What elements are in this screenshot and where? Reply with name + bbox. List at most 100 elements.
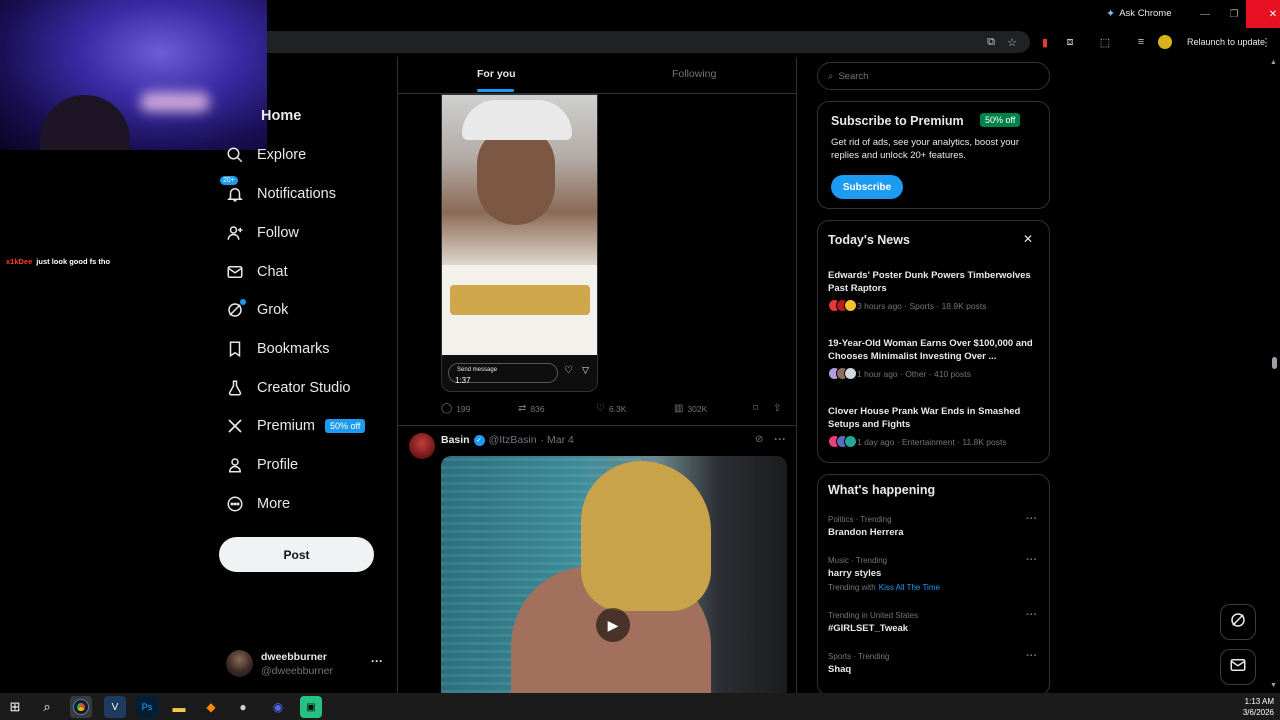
scroll-down-icon[interactable]: ▼ bbox=[1270, 682, 1277, 689]
news-item[interactable]: 19-Year-Old Woman Earns Over $100,000 an… bbox=[828, 337, 1038, 380]
repost-button[interactable]: ⇄ 836 bbox=[518, 403, 545, 414]
screenshot-icon[interactable]: ⬚ bbox=[1097, 34, 1113, 50]
app-taskbar-icon[interactable]: ▣ bbox=[300, 696, 322, 718]
subscribe-button[interactable]: Subscribe bbox=[831, 175, 903, 199]
add-person-icon bbox=[226, 224, 244, 242]
close-icon[interactable]: ✕ bbox=[1023, 232, 1033, 246]
more-icon[interactable]: ··· bbox=[371, 654, 383, 668]
address-bar[interactable] bbox=[230, 31, 1030, 53]
chrome-profile-avatar[interactable] bbox=[1158, 35, 1172, 49]
trend-item[interactable]: Music · Trending harry styles Trending w… bbox=[828, 554, 1043, 592]
relaunch-button[interactable]: Relaunch to update bbox=[1187, 37, 1265, 47]
reply-button[interactable]: ◯ 199 bbox=[441, 403, 470, 414]
search-input[interactable]: ⌕ Search bbox=[817, 62, 1050, 90]
grok-icon bbox=[1229, 611, 1247, 634]
trend-item[interactable]: Politics · Trending Brandon Herrera ··· bbox=[828, 513, 1043, 538]
account-switcher[interactable]: dweebburner @dweebburner ··· bbox=[226, 648, 386, 680]
like-button[interactable]: ♡ 6.3K bbox=[596, 403, 626, 414]
nav-profile[interactable]: Profile bbox=[226, 451, 298, 479]
tab-for-you[interactable]: For you bbox=[477, 68, 516, 80]
post-video[interactable]: ▶ bbox=[441, 456, 787, 693]
install-app-icon[interactable]: ⧉ bbox=[983, 34, 999, 50]
more-icon[interactable]: ··· bbox=[1026, 609, 1037, 621]
close-window-button[interactable]: ✕ bbox=[1246, 0, 1280, 28]
nav-premium[interactable]: Premium 50% off bbox=[226, 412, 366, 440]
ask-chrome-button[interactable]: ✦ Ask Chrome bbox=[1106, 7, 1171, 20]
views-button[interactable]: ▥ 302K bbox=[674, 403, 707, 414]
like-count: 6.3K bbox=[608, 403, 627, 414]
photoshop-taskbar-icon[interactable]: Ps bbox=[136, 696, 158, 718]
premium-card-title: Subscribe to Premium bbox=[831, 114, 964, 128]
windows-start-icon[interactable]: ⊞ bbox=[4, 696, 26, 718]
vscode-taskbar-icon[interactable]: V bbox=[104, 696, 126, 718]
more-icon[interactable]: ··· bbox=[1026, 554, 1037, 566]
news-headline: 19-Year-Old Woman Earns Over $100,000 an… bbox=[828, 338, 1033, 362]
trend-with-link[interactable]: Kiss All The Time bbox=[879, 583, 940, 592]
news-item[interactable]: Edwards' Poster Dunk Powers Timberwolves… bbox=[828, 269, 1038, 312]
video-progress-bar[interactable] bbox=[492, 391, 548, 392]
trend-item[interactable]: Trending in United States #GIRLSET_Tweak… bbox=[828, 609, 1043, 634]
search-icon[interactable]: ⌕ bbox=[36, 696, 58, 718]
extension-red-icon[interactable]: ▮ bbox=[1037, 34, 1053, 50]
post-author-handle[interactable]: @ItzBasin bbox=[489, 434, 537, 446]
chrome-menu-icon[interactable]: ⋮ bbox=[1258, 34, 1274, 50]
nav-follow[interactable]: Follow bbox=[226, 219, 299, 247]
bookmark-button[interactable]: ⌑ bbox=[753, 403, 758, 414]
system-clock[interactable]: 1:13 AM 3/6/2026 bbox=[1236, 696, 1274, 718]
news-item[interactable]: Clover House Prank War Ends in Smashed S… bbox=[828, 405, 1038, 448]
fl-studio-icon[interactable]: ◆ bbox=[200, 696, 222, 718]
reading-list-icon[interactable]: ≡ bbox=[1133, 34, 1149, 50]
scroll-up-icon[interactable]: ▲ bbox=[1270, 59, 1277, 66]
nav-creator-studio[interactable]: Creator Studio bbox=[226, 374, 351, 402]
nav-chat[interactable]: Chat bbox=[226, 258, 288, 286]
maximize-button[interactable]: ❐ bbox=[1219, 0, 1249, 28]
play-icon[interactable]: ▶ bbox=[596, 608, 630, 642]
page-scrollbar[interactable]: ▲ ▼ bbox=[1268, 57, 1280, 693]
more-icon[interactable]: ··· bbox=[774, 432, 786, 446]
clock-date: 3/6/2026 bbox=[1242, 708, 1274, 717]
x-logo-icon bbox=[226, 417, 244, 435]
share-button[interactable]: ⇧ bbox=[773, 403, 781, 414]
trend-category: Trending in United States bbox=[828, 611, 918, 620]
scroll-thumb[interactable] bbox=[1272, 357, 1277, 369]
post-button[interactable]: Post bbox=[219, 537, 374, 572]
nav-explore-label: Explore bbox=[257, 147, 307, 163]
send-icon[interactable]: ▽ bbox=[582, 365, 589, 376]
grok-floating-button[interactable] bbox=[1220, 604, 1256, 640]
nav-home[interactable]: Home bbox=[261, 108, 301, 124]
stream-chat-message: x1kDee just look good fs tho bbox=[6, 257, 110, 266]
bookmark-icon bbox=[226, 340, 244, 358]
file-explorer-icon[interactable]: ▬ bbox=[168, 696, 190, 718]
nav-more[interactable]: More bbox=[226, 490, 290, 518]
minimize-button[interactable]: — bbox=[1190, 0, 1220, 28]
nav-explore[interactable]: Explore bbox=[226, 141, 306, 169]
bookmark-star-icon[interactable]: ☆ bbox=[1004, 34, 1020, 50]
post-video[interactable]: Send message 1:37 ♡ ▽ bbox=[441, 94, 598, 392]
repost-icon: ⇄ bbox=[518, 403, 527, 414]
steam-icon[interactable]: ● bbox=[232, 696, 254, 718]
reply-icon: ◯ bbox=[441, 403, 453, 414]
nav-bookmarks[interactable]: Bookmarks bbox=[226, 335, 330, 363]
nav-grok[interactable]: Grok bbox=[226, 296, 288, 324]
bell-icon: 20+ bbox=[220, 176, 244, 203]
messages-floating-button[interactable] bbox=[1220, 649, 1256, 685]
more-icon[interactable]: ··· bbox=[1026, 513, 1037, 525]
tab-following[interactable]: Following bbox=[672, 68, 716, 80]
nav-notifications[interactable]: 20+ Notifications bbox=[220, 176, 336, 208]
reply-count: 199 bbox=[456, 403, 471, 414]
heart-icon[interactable]: ♡ bbox=[564, 365, 573, 376]
heart-icon: ♡ bbox=[596, 403, 605, 414]
ask-chrome-label: Ask Chrome bbox=[1119, 8, 1172, 19]
trend-item[interactable]: Sports · Trending Shaq ··· bbox=[828, 650, 1043, 675]
discord-icon[interactable]: ◉ bbox=[267, 696, 289, 718]
chrome-taskbar-icon[interactable] bbox=[70, 696, 92, 718]
news-headline: Clover House Prank War Ends in Smashed S… bbox=[828, 406, 1021, 430]
more-icon[interactable]: ··· bbox=[1026, 650, 1037, 662]
post-date[interactable]: · Mar 4 bbox=[541, 434, 574, 446]
grok-icon[interactable]: ⊘ bbox=[755, 434, 763, 445]
extensions-puzzle-icon[interactable]: ⧈ bbox=[1062, 34, 1078, 50]
flask-icon bbox=[226, 379, 244, 397]
avatar[interactable] bbox=[409, 433, 435, 459]
post-author-name[interactable]: Basin bbox=[441, 434, 470, 446]
verified-badge-icon: ✓ bbox=[473, 434, 485, 446]
